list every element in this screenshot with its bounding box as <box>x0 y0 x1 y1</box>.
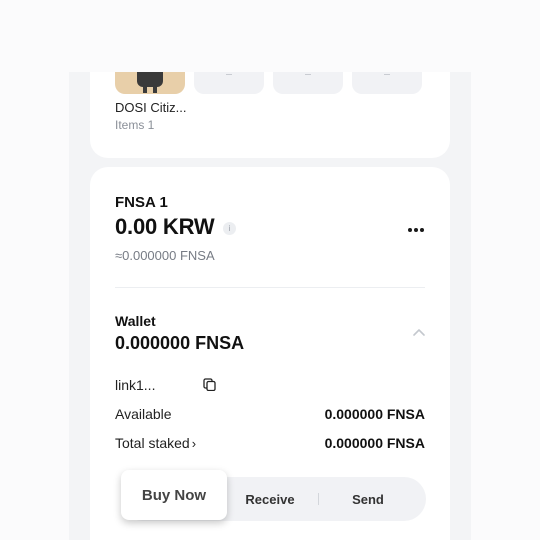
divider <box>115 287 425 288</box>
available-value: 0.000000 FNSA <box>324 406 425 422</box>
more-icon[interactable] <box>406 225 426 235</box>
info-icon[interactable]: i <box>223 222 236 235</box>
buy-now-button[interactable]: Buy Now <box>121 470 227 520</box>
nft-thumbnail[interactable] <box>115 72 185 94</box>
asset-approx-amount: ≈0.000000 FNSA <box>115 248 215 263</box>
chevron-up-icon[interactable] <box>412 327 426 337</box>
action-separator <box>318 493 319 505</box>
nft-image <box>137 72 163 87</box>
total-staked-label: Total staked <box>115 435 190 451</box>
available-label: Available <box>115 406 172 422</box>
wallet-label: Wallet <box>115 313 156 329</box>
nft-item-count: Items 1 <box>115 118 155 132</box>
wallet-address: link1... <box>115 377 156 393</box>
send-button[interactable]: Send <box>330 477 406 521</box>
receive-button[interactable]: Receive <box>232 477 308 521</box>
nft-placeholder <box>352 72 422 94</box>
nft-placeholder <box>273 72 343 94</box>
total-staked-value: 0.000000 FNSA <box>324 435 425 451</box>
nft-placeholder <box>194 72 264 94</box>
copy-icon[interactable] <box>203 378 216 391</box>
wallet-balance: 0.000000 FNSA <box>115 333 245 353</box>
asset-name: FNSA 1 <box>115 194 168 211</box>
total-staked-link[interactable]: Total staked › <box>115 435 196 451</box>
asset-fiat-value: 0.00 KRW <box>115 214 215 239</box>
chevron-right-icon: › <box>191 436 197 451</box>
nft-name: DOSI Citiz... <box>115 100 187 115</box>
